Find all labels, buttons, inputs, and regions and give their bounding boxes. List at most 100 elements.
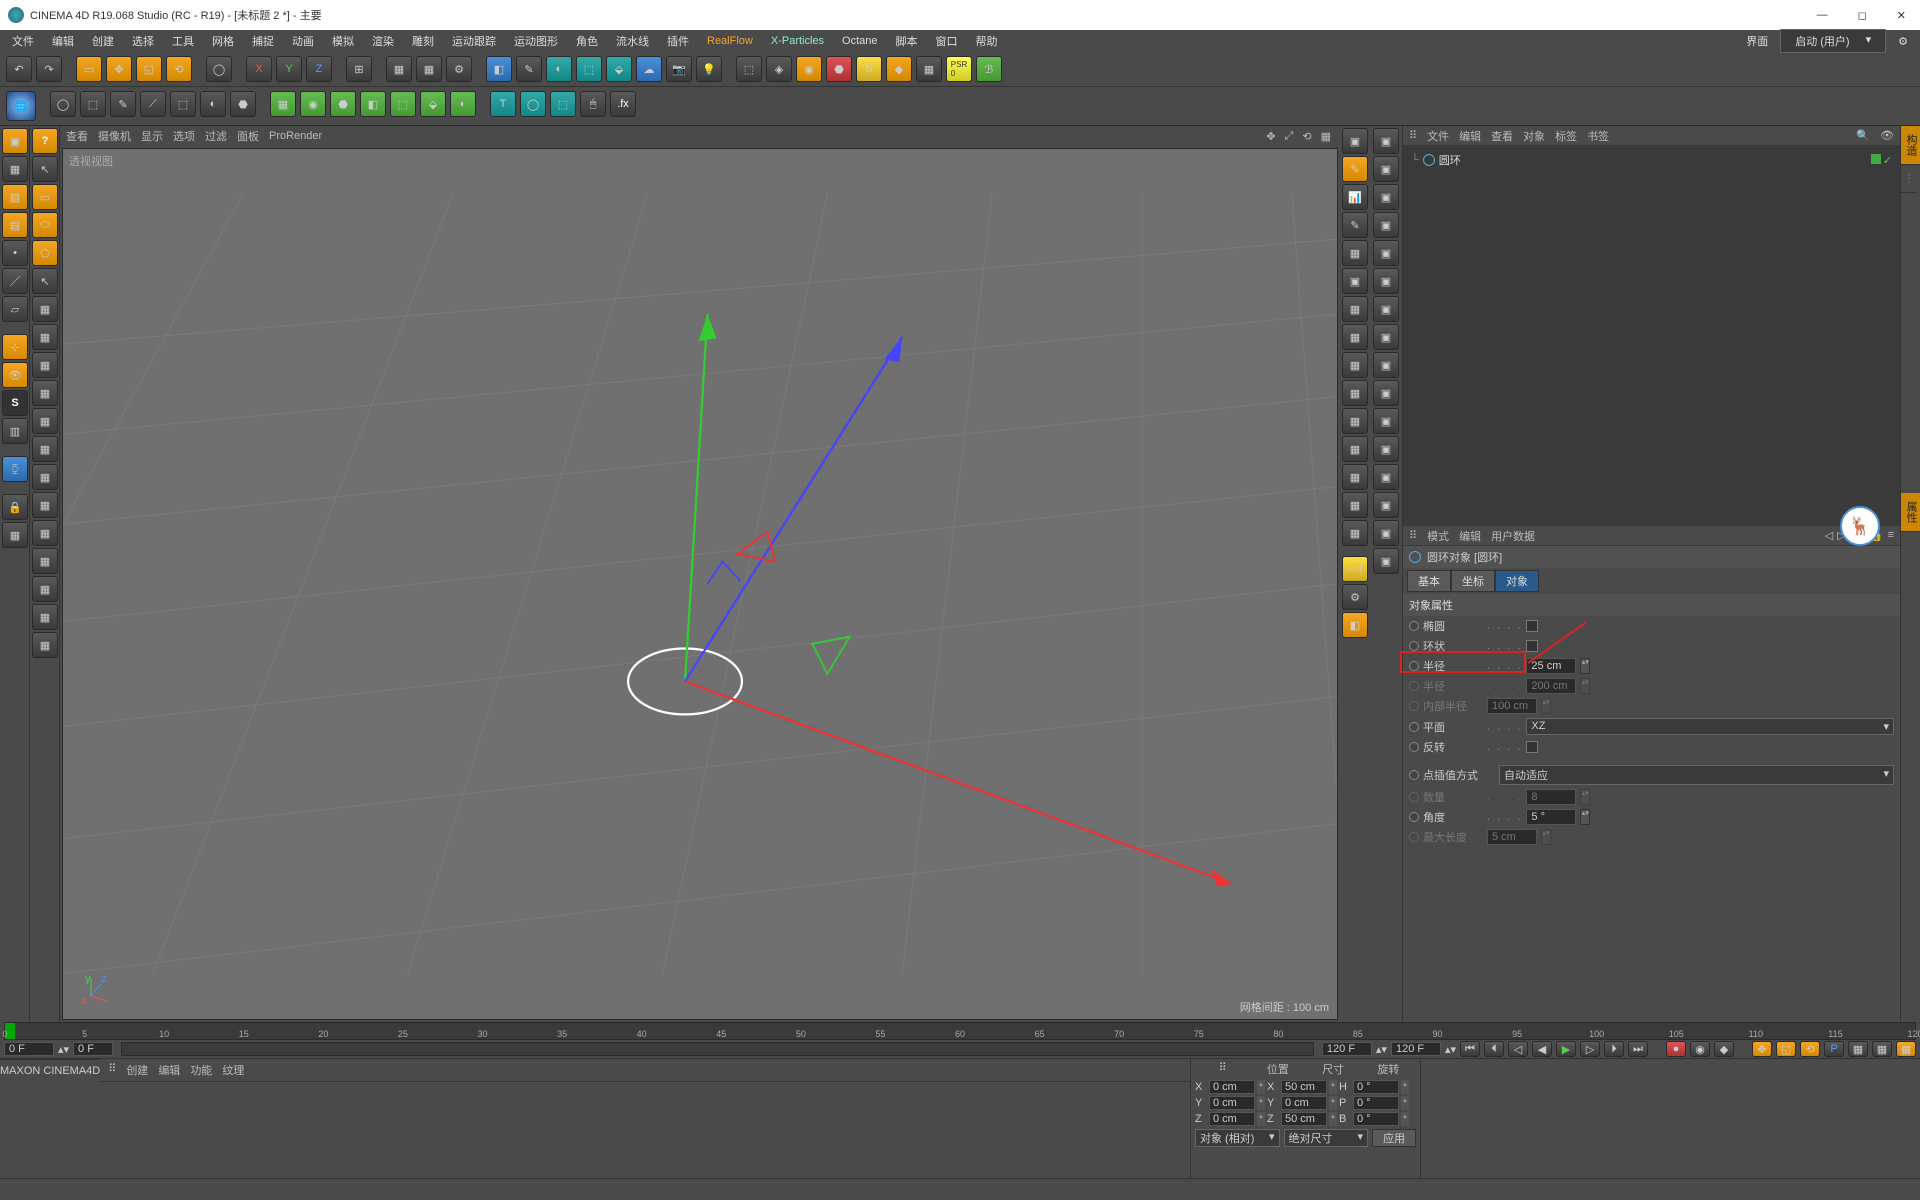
menu-create[interactable]: 创建	[84, 31, 122, 51]
rt2-6[interactable]: ▣	[1373, 268, 1399, 294]
mograph-6[interactable]: ⬙	[420, 91, 446, 117]
tool2-4[interactable]: ⟋	[140, 91, 166, 117]
render-region-button[interactable]: ▦	[416, 56, 442, 82]
grid-icon-12[interactable]: ▦	[32, 604, 58, 630]
tl-opt-6[interactable]: ▦	[1872, 1041, 1892, 1057]
xpresso-button[interactable]: ⬚	[736, 56, 762, 82]
vp-nav-icon-4[interactable]: ▦	[1318, 130, 1334, 143]
mograph-3[interactable]: ⬣	[330, 91, 356, 117]
viewport-solo-button[interactable]: 👁	[2, 362, 28, 388]
tool2-5[interactable]: ⬚	[170, 91, 196, 117]
tl-opt-3[interactable]: ⟲	[1800, 1041, 1820, 1057]
menu-window[interactable]: 窗口	[928, 31, 966, 51]
tl-end1-input[interactable]	[1322, 1042, 1372, 1056]
param-bullet-icon[interactable]	[1409, 621, 1419, 631]
menu-select[interactable]: 选择	[124, 31, 162, 51]
tl-goto-end-button[interactable]: ⏭	[1628, 1041, 1648, 1057]
menu-octane[interactable]: Octane	[834, 33, 885, 49]
ellipse-checkbox[interactable]	[1526, 620, 1538, 632]
pos-y-input[interactable]	[1209, 1096, 1255, 1110]
rt-6[interactable]: ▣	[1342, 268, 1368, 294]
tab-basic[interactable]: 基本	[1407, 570, 1451, 592]
grid-icon-8[interactable]: ▦	[32, 492, 58, 518]
plugin-s-button[interactable]: S	[856, 56, 882, 82]
rt-14[interactable]: ▦	[1342, 492, 1368, 518]
tl-play-back-button[interactable]: ◀	[1532, 1041, 1552, 1057]
tag-button[interactable]: ◈	[766, 56, 792, 82]
grid-icon-13[interactable]: ▦	[32, 632, 58, 658]
grid-icon-9[interactable]: ▦	[32, 520, 58, 546]
plugin-button-2[interactable]: ⬣	[826, 56, 852, 82]
tl-step-back-button[interactable]: ⏴	[1484, 1041, 1504, 1057]
vp-menu-view[interactable]: 查看	[66, 128, 88, 144]
mograph-5[interactable]: ⬚	[390, 91, 416, 117]
pos-z-input[interactable]	[1209, 1112, 1255, 1126]
ring-checkbox[interactable]	[1526, 640, 1538, 652]
param-bullet-icon[interactable]	[1409, 812, 1419, 822]
plane-select[interactable]: XZ▾	[1526, 718, 1894, 735]
om-eye-icon[interactable]: 👁	[1880, 129, 1894, 142]
menu-character[interactable]: 角色	[568, 31, 606, 51]
menu-mesh[interactable]: 网格	[204, 31, 242, 51]
tl-start-input[interactable]	[4, 1042, 54, 1056]
vtab-2[interactable]: ···	[1901, 165, 1917, 193]
grid-icon-3[interactable]: ▦	[32, 352, 58, 378]
grid-icon-10[interactable]: ▦	[32, 548, 58, 574]
rt-1[interactable]: ▣	[1342, 128, 1368, 154]
tl-end2-input[interactable]	[1391, 1042, 1441, 1056]
rot-p-input[interactable]	[1353, 1096, 1399, 1110]
grid-icon-7[interactable]: ▦	[32, 464, 58, 490]
coord-system-button[interactable]: ⊞	[346, 56, 372, 82]
rt-parent-icon[interactable]: ⌐=1	[1342, 556, 1368, 582]
edge-mode-button[interactable]: ／	[2, 268, 28, 294]
rot-b-input[interactable]	[1353, 1112, 1399, 1126]
minimize-button[interactable]: —	[1811, 9, 1834, 22]
attr-menu-userdata[interactable]: 用户数据	[1491, 528, 1535, 544]
vp-nav-icon-1[interactable]: ✥	[1263, 130, 1278, 143]
rt-10[interactable]: ▦	[1342, 380, 1368, 406]
rt-5[interactable]: ▦	[1342, 240, 1368, 266]
rt2-14[interactable]: ▣	[1373, 492, 1399, 518]
lock-z-button[interactable]: Z	[306, 56, 332, 82]
rt2-2[interactable]: ▣	[1373, 156, 1399, 182]
tool2-1[interactable]: ◯	[50, 91, 76, 117]
menu-sculpt[interactable]: 雕刻	[404, 31, 442, 51]
menu-file[interactable]: 文件	[4, 31, 42, 51]
om-menu-tags[interactable]: 标签	[1555, 128, 1577, 144]
om-menu-bookmarks[interactable]: 书签	[1587, 128, 1609, 144]
vp-menu-display[interactable]: 显示	[141, 128, 163, 144]
attr-menu-icon[interactable]: ≡	[1888, 529, 1894, 542]
mograph-4[interactable]: ◧	[360, 91, 386, 117]
scale-tool[interactable]: ◱	[136, 56, 162, 82]
tl-end2-spinner[interactable]: ▴▾	[1445, 1043, 1456, 1056]
menu-render[interactable]: 渲染	[364, 31, 402, 51]
rt-12[interactable]: ▦	[1342, 436, 1368, 462]
interp-select[interactable]: 自动适应▾	[1499, 765, 1894, 785]
menu-animate[interactable]: 动画	[284, 31, 322, 51]
lock-y-button[interactable]: Y	[276, 56, 302, 82]
param-bullet-icon[interactable]	[1409, 742, 1419, 752]
radius-spinner[interactable]: ▴▾	[1580, 658, 1590, 674]
mat-tab-function[interactable]: 功能	[190, 1062, 212, 1078]
last-tool[interactable]: ◯	[206, 56, 232, 82]
rt-8[interactable]: ▦	[1342, 324, 1368, 350]
rt-7[interactable]: ▦	[1342, 296, 1368, 322]
menu-tools[interactable]: 工具	[164, 31, 202, 51]
grid-icon-6[interactable]: ▦	[32, 436, 58, 462]
tool2-2[interactable]: ⬚	[80, 91, 106, 117]
grid-icon-5[interactable]: ▦	[32, 408, 58, 434]
plugin-button-4[interactable]: ℬ	[976, 56, 1002, 82]
cursor-icon[interactable]: ↖	[32, 156, 58, 182]
rt-cube-icon[interactable]: ◧	[1342, 612, 1368, 638]
vtab-3[interactable]: 属性	[1901, 493, 1920, 532]
rt2-13[interactable]: ▣	[1373, 464, 1399, 490]
tool2-7[interactable]: ⬣	[230, 91, 256, 117]
menu-help[interactable]: 帮助	[968, 31, 1006, 51]
menu-realflow[interactable]: RealFlow	[699, 33, 761, 49]
rt2-10[interactable]: ▣	[1373, 380, 1399, 406]
vp-menu-panel[interactable]: 面板	[237, 128, 259, 144]
menu-edit[interactable]: 编辑	[44, 31, 82, 51]
rt2-16[interactable]: ▣	[1373, 548, 1399, 574]
attr-nav-back-icon[interactable]: ◁	[1825, 529, 1833, 542]
spline-pen-button[interactable]: ✎	[516, 56, 542, 82]
